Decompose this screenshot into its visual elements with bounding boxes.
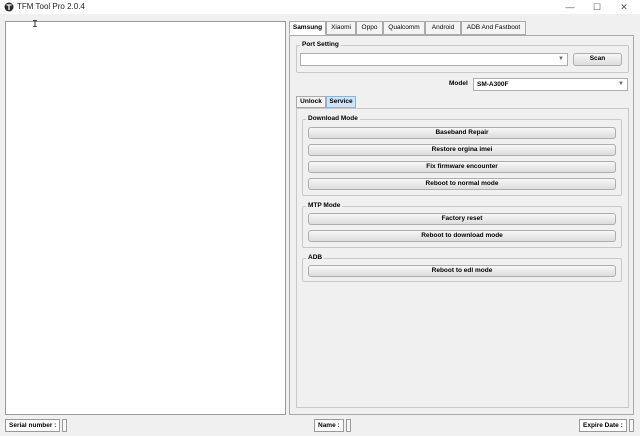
log-output-panel[interactable] <box>5 21 286 415</box>
download-mode-label: Download Mode <box>306 115 360 122</box>
expire-date-value <box>629 419 634 432</box>
name-value <box>346 419 351 432</box>
maximize-button[interactable]: ☐ <box>585 0 609 14</box>
chevron-down-icon: ▼ <box>618 81 624 87</box>
app-logo-icon <box>4 2 14 12</box>
fix-firmware-button[interactable]: Fix firmware encounter <box>308 161 616 173</box>
adb-label: ADB <box>306 254 325 261</box>
tab-unlock[interactable]: Unlock <box>296 96 326 108</box>
chevron-down-icon: ▼ <box>558 56 564 62</box>
close-button[interactable]: ✕ <box>612 0 636 14</box>
tab-oppo[interactable]: Oppo <box>356 21 383 35</box>
serial-number-label: Serial number : <box>5 419 61 432</box>
reboot-normal-mode-button[interactable]: Reboot to normal mode <box>308 178 616 190</box>
scan-button[interactable]: Scan <box>573 53 622 66</box>
tab-qualcomm[interactable]: Qualcomm <box>383 21 425 35</box>
expire-date-label: Expire Date : <box>579 419 627 432</box>
tab-service[interactable]: Service <box>326 96 356 108</box>
tab-samsung[interactable]: Samsung <box>289 21 326 35</box>
port-setting-label: Port Setting <box>300 41 341 48</box>
reboot-download-mode-button[interactable]: Reboot to download mode <box>308 230 616 242</box>
model-value: SM-A300F <box>477 81 509 88</box>
title-bar: TFM Tool Pro 2.0.4 — ☐ ✕ <box>0 0 640 14</box>
baseband-repair-button[interactable]: Baseband Repair <box>308 127 616 139</box>
name-label: Name : <box>314 419 344 432</box>
minimize-button[interactable]: — <box>558 0 582 14</box>
port-select[interactable]: ▼ <box>300 53 568 66</box>
restore-imei-button[interactable]: Restore orgina imei <box>308 144 616 156</box>
tab-xiaomi[interactable]: Xiaomi <box>326 21 356 35</box>
factory-reset-button[interactable]: Factory reset <box>308 213 616 225</box>
tab-android[interactable]: Android <box>425 21 461 35</box>
text-cursor-icon: I <box>32 19 39 30</box>
serial-number-value <box>62 419 67 432</box>
window-title: TFM Tool Pro 2.0.4 <box>17 2 85 11</box>
reboot-edl-mode-button[interactable]: Reboot to edl mode <box>308 265 616 277</box>
model-select[interactable]: SM-A300F ▼ <box>473 78 628 91</box>
tab-adb-and-fastboot[interactable]: ADB And Fastboot <box>461 21 526 35</box>
mtp-mode-label: MTP Mode <box>306 202 343 209</box>
model-label: Model <box>449 80 468 87</box>
